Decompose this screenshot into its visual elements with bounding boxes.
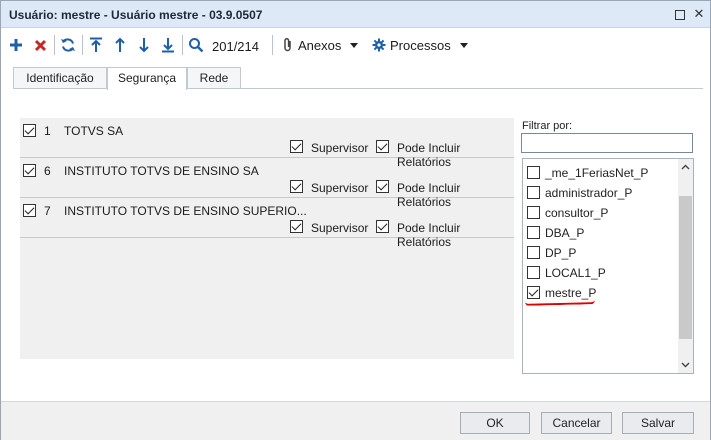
close-button[interactable]: ✕ (691, 6, 707, 22)
company-name: TOTVS SA (64, 124, 124, 138)
processes-label: Processos (390, 37, 451, 53)
arrow-to-top-icon (90, 37, 102, 52)
group-item[interactable]: _me_1FeriasNet_P (523, 162, 678, 182)
processes-menu[interactable]: Processos (372, 33, 472, 57)
company-checkbox[interactable] (23, 204, 36, 217)
attachments-menu[interactable]: Anexos (282, 33, 362, 57)
company-code: 7 (44, 204, 51, 218)
group-label: LOCAL1_P (545, 266, 606, 280)
tab-identificacao[interactable]: Identificação (13, 67, 107, 89)
group-checkbox[interactable] (527, 166, 540, 179)
company-name: INSTITUTO TOTVS DE ENSINO SA (64, 164, 259, 178)
last-record-button[interactable] (159, 33, 177, 57)
group-label: consultor_P (545, 206, 609, 220)
company-row: 7 INSTITUTO TOTVS DE ENSINO SUPERIO... S… (20, 198, 514, 249)
previous-record-button[interactable] (111, 33, 129, 57)
attachments-label: Anexos (298, 37, 342, 53)
include-reports-checkbox[interactable] (376, 180, 389, 193)
company-code: 6 (44, 164, 51, 178)
paperclip-icon (284, 37, 291, 52)
refresh-icon (61, 38, 75, 52)
group-label: administrador_P (545, 186, 633, 200)
group-label: mestre_P (545, 286, 597, 300)
arrow-to-bottom-icon (162, 38, 174, 53)
user-dialog-window: Usuário: mestre - Usuário mestre - 03.9.… (0, 0, 711, 440)
vertical-scrollbar[interactable] (678, 159, 693, 373)
group-checkbox[interactable] (527, 186, 540, 199)
title-bar: Usuário: mestre - Usuário mestre - 03.9.… (1, 1, 710, 28)
company-checkbox[interactable] (23, 164, 36, 177)
group-list: _me_1FeriasNet_P administrador_P consult… (522, 158, 694, 374)
group-checkbox[interactable] (527, 246, 540, 259)
filter-input[interactable] (521, 133, 693, 153)
arrow-up-icon (115, 37, 125, 52)
group-item[interactable]: mestre_P (523, 282, 678, 302)
dialog-footer: OK Cancelar Salvar (1, 401, 710, 440)
next-record-button[interactable] (135, 33, 153, 57)
filter-label: Filtrar por: (522, 120, 573, 132)
cancel-button[interactable]: Cancelar (541, 412, 612, 434)
company-row: 6 INSTITUTO TOTVS DE ENSINO SA Superviso… (20, 158, 514, 209)
scroll-up-button[interactable] (678, 159, 693, 175)
supervisor-checkbox[interactable] (290, 180, 303, 193)
group-item[interactable]: DP_P (523, 242, 678, 262)
company-code: 1 (44, 124, 51, 138)
group-checkbox[interactable] (527, 226, 540, 239)
x-icon (34, 39, 46, 51)
gear-icon (372, 38, 386, 52)
company-row: 1 TOTVS SA Supervisor Pode Incluir Relat… (20, 118, 514, 169)
supervisor-label: Supervisor (311, 181, 369, 195)
plus-icon (10, 39, 22, 51)
chevron-up-icon (681, 164, 690, 170)
search-button[interactable] (186, 33, 206, 57)
supervisor-label: Supervisor (311, 141, 369, 155)
toolbar-separator (182, 35, 183, 55)
group-item[interactable]: consultor_P (523, 202, 678, 222)
group-checkbox[interactable] (527, 266, 540, 279)
company-checkbox[interactable] (23, 124, 36, 137)
supervisor-label: Supervisor (311, 221, 369, 235)
group-label: DP_P (545, 246, 577, 260)
company-name: INSTITUTO TOTVS DE ENSINO SUPERIO... (64, 204, 307, 218)
chevron-down-icon (681, 362, 690, 368)
group-checkbox[interactable] (527, 206, 540, 219)
group-label: _me_1FeriasNet_P (545, 166, 649, 180)
search-icon (189, 38, 204, 53)
chevron-down-icon (350, 42, 359, 48)
toolbar-separator (54, 35, 55, 55)
record-counter: 201/214 (212, 39, 259, 54)
window-title: Usuário: mestre - Usuário mestre - 03.9.… (9, 8, 263, 22)
toolbar-separator (82, 35, 83, 55)
save-button[interactable]: Salvar (622, 412, 694, 434)
include-reports-label: Pode Incluir Relatórios (397, 221, 461, 249)
group-item[interactable]: DBA_P (523, 222, 678, 242)
chevron-down-icon (459, 42, 468, 48)
group-label: DBA_P (545, 226, 585, 240)
add-button[interactable] (7, 33, 25, 57)
include-reports-checkbox[interactable] (376, 140, 389, 153)
first-record-button[interactable] (87, 33, 105, 57)
group-item[interactable]: LOCAL1_P (523, 262, 678, 282)
include-reports-checkbox[interactable] (376, 220, 389, 233)
group-item[interactable]: administrador_P (523, 182, 678, 202)
toolbar: 201/214 Anexos Processos (1, 29, 710, 61)
supervisor-checkbox[interactable] (290, 140, 303, 153)
maximize-button[interactable] (671, 6, 687, 22)
scroll-down-button[interactable] (678, 357, 693, 373)
company-list: 1 TOTVS SA Supervisor Pode Incluir Relat… (20, 118, 514, 359)
arrow-down-icon (139, 38, 149, 53)
supervisor-checkbox[interactable] (290, 220, 303, 233)
scrollbar-thumb[interactable] (679, 196, 692, 339)
toolbar-separator (272, 35, 273, 55)
tab-seguranca[interactable]: Segurança (107, 67, 187, 90)
group-checkbox[interactable] (527, 286, 540, 299)
tab-rede[interactable]: Rede (187, 67, 241, 89)
refresh-button[interactable] (58, 33, 78, 57)
delete-button[interactable] (31, 33, 49, 57)
ok-button[interactable]: OK (460, 412, 530, 434)
